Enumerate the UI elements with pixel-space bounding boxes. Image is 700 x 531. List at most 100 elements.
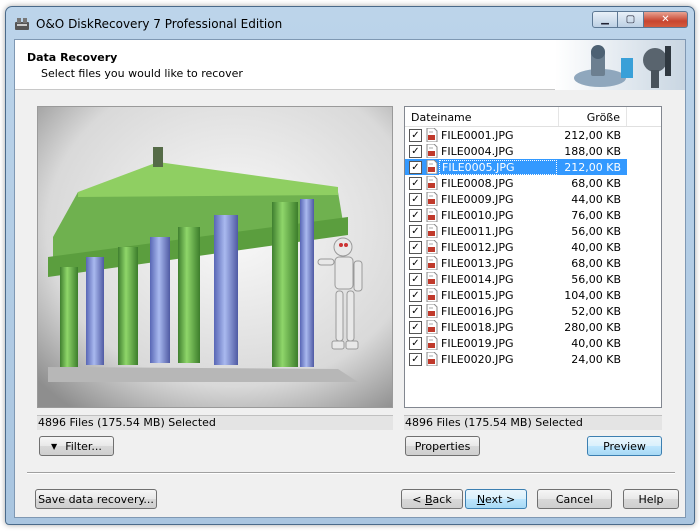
file-checkbox[interactable]: ✓	[409, 192, 422, 206]
file-size: 56,00 KB	[571, 224, 621, 238]
file-row-content[interactable]: ✓ FILE0010.JPG 76,00 KB	[405, 207, 627, 223]
file-checkbox[interactable]: ✓	[409, 128, 422, 142]
maximize-button[interactable]: ▢	[618, 11, 644, 28]
back-prefix: <	[412, 492, 425, 506]
file-row-content[interactable]: ✓ FILE0009.JPG 44,00 KB	[405, 191, 627, 207]
window-title: O&O DiskRecovery 7 Professional Edition	[36, 17, 283, 31]
file-size: 76,00 KB	[571, 208, 621, 222]
back-button-label: < Back	[412, 493, 451, 506]
file-checkbox[interactable]: ✓	[409, 352, 422, 366]
file-row-content[interactable]: ✓ FILE0011.JPG 56,00 KB	[405, 223, 627, 239]
file-row-content[interactable]: ✓ FILE0013.JPG 68,00 KB	[405, 255, 627, 271]
jpg-file-icon	[426, 320, 438, 334]
file-row-content[interactable]: ✓ FILE0001.JPG 212,00 KB	[405, 127, 627, 143]
file-row[interactable]: ✓ FILE0018.JPG 280,00 KB	[405, 319, 661, 335]
file-row[interactable]: ✓ FILE0001.JPG 212,00 KB	[405, 127, 661, 143]
file-row-content[interactable]: ✓ FILE0019.JPG 40,00 KB	[405, 335, 627, 351]
file-checkbox[interactable]: ✓	[409, 288, 422, 302]
file-row-content[interactable]: ✓ FILE0008.JPG 68,00 KB	[405, 175, 627, 191]
file-row[interactable]: ✓ FILE0009.JPG 44,00 KB	[405, 191, 661, 207]
jpg-file-icon	[426, 336, 438, 350]
checkmark-icon: ✓	[411, 321, 420, 333]
file-checkbox[interactable]: ✓	[409, 240, 422, 254]
file-name: FILE0013.JPG	[441, 256, 514, 270]
file-name: FILE0011.JPG	[441, 224, 514, 238]
file-row[interactable]: ✓ FILE0004.JPG 188,00 KB	[405, 143, 661, 159]
filter-button-label: Filter...	[65, 439, 102, 453]
file-checkbox[interactable]: ✓	[409, 208, 422, 222]
file-row-content[interactable]: ✓ FILE0005.JPG 212,00 KB	[405, 159, 627, 175]
file-row-content[interactable]: ✓ FILE0012.JPG 40,00 KB	[405, 239, 627, 255]
file-row[interactable]: ✓ FILE0015.JPG 104,00 KB	[405, 287, 661, 303]
file-rows: ✓ FILE0001.JPG 212,00 KB ✓ FILE0004.JPG …	[405, 127, 661, 367]
column-header-name[interactable]: Dateiname	[405, 107, 559, 126]
column-header-size[interactable]: Größe	[559, 107, 627, 126]
file-row-content[interactable]: ✓ FILE0018.JPG 280,00 KB	[405, 319, 627, 335]
wizard-page: Data Recovery Select files you would lik…	[14, 39, 686, 518]
back-button[interactable]: < Back	[401, 489, 463, 509]
checkmark-icon: ✓	[411, 209, 420, 221]
file-checkbox[interactable]: ✓	[409, 304, 422, 318]
save-recovery-button-label: Save data recovery...	[38, 492, 154, 506]
jpg-file-icon	[426, 176, 438, 190]
minimize-button[interactable]: ▁	[592, 11, 618, 28]
file-row[interactable]: ✓ FILE0020.JPG 24,00 KB	[405, 351, 661, 367]
file-row-content[interactable]: ✓ FILE0004.JPG 188,00 KB	[405, 143, 627, 159]
file-checkbox[interactable]: ✓	[409, 160, 422, 174]
next-button-label: Next >	[477, 493, 515, 506]
checkmark-icon: ✓	[411, 225, 420, 237]
file-row[interactable]: ✓ FILE0010.JPG 76,00 KB	[405, 207, 661, 223]
file-row-content[interactable]: ✓ FILE0016.JPG 52,00 KB	[405, 303, 627, 319]
file-size: 212,00 KB	[564, 128, 621, 142]
header-microscope-icon	[555, 40, 685, 90]
file-checkbox[interactable]: ✓	[409, 224, 422, 238]
file-checkbox[interactable]: ✓	[409, 336, 422, 350]
help-button[interactable]: Help	[623, 489, 679, 509]
next-button[interactable]: Next >	[465, 489, 527, 509]
properties-button[interactable]: Properties	[405, 436, 480, 456]
file-name: FILE0004.JPG	[441, 144, 514, 158]
file-row-content[interactable]: ✓ FILE0015.JPG 104,00 KB	[405, 287, 627, 303]
file-checkbox[interactable]: ✓	[409, 144, 422, 158]
file-row[interactable]: ✓ FILE0012.JPG 40,00 KB	[405, 239, 661, 255]
help-button-label: Help	[638, 492, 664, 506]
file-size: 40,00 KB	[571, 240, 621, 254]
file-name: FILE0014.JPG	[441, 272, 514, 286]
cancel-button[interactable]: Cancel	[537, 489, 612, 509]
file-row[interactable]: ✓ FILE0011.JPG 56,00 KB	[405, 223, 661, 239]
jpg-file-icon	[426, 352, 438, 366]
jpg-file-icon	[426, 128, 438, 142]
file-checkbox[interactable]: ✓	[409, 320, 422, 334]
dropdown-arrow-icon: ▼	[51, 441, 58, 451]
file-row[interactable]: ✓ FILE0019.JPG 40,00 KB	[405, 335, 661, 351]
file-row[interactable]: ✓ FILE0005.JPG 212,00 KB	[405, 159, 661, 175]
file-name: FILE0015.JPG	[441, 288, 514, 302]
list-status: 4896 Files (175.54 MB) Selected	[404, 415, 662, 430]
file-row[interactable]: ✓ FILE0016.JPG 52,00 KB	[405, 303, 661, 319]
file-size: 68,00 KB	[571, 256, 621, 270]
file-row-content[interactable]: ✓ FILE0020.JPG 24,00 KB	[405, 351, 627, 367]
close-button[interactable]: ✕	[644, 11, 688, 28]
file-name: FILE0005.JPG	[439, 159, 557, 175]
title-bar[interactable]: O&O DiskRecovery 7 Professional Edition …	[6, 7, 694, 39]
file-row[interactable]: ✓ FILE0008.JPG 68,00 KB	[405, 175, 661, 191]
file-row-content[interactable]: ✓ FILE0014.JPG 56,00 KB	[405, 271, 627, 287]
preview-button[interactable]: Preview	[587, 436, 662, 456]
file-checkbox[interactable]: ✓	[409, 256, 422, 270]
next-rest: ext >	[485, 492, 516, 506]
jpg-file-icon	[426, 224, 438, 238]
save-recovery-button[interactable]: Save data recovery...	[35, 489, 157, 509]
file-row[interactable]: ✓ FILE0014.JPG 56,00 KB	[405, 271, 661, 287]
file-list[interactable]: Dateiname Größe ✓ FILE0001.JPG 212,00 KB…	[404, 106, 662, 408]
file-size: 212,00 KB	[564, 160, 621, 174]
jpg-file-icon	[426, 304, 438, 318]
checkmark-icon: ✓	[411, 177, 420, 189]
file-name: FILE0010.JPG	[441, 208, 514, 222]
filter-button[interactable]: ▼ Filter...	[39, 436, 114, 456]
checkmark-icon: ✓	[411, 161, 420, 173]
file-name: FILE0016.JPG	[441, 304, 514, 318]
file-checkbox[interactable]: ✓	[409, 272, 422, 286]
file-row[interactable]: ✓ FILE0013.JPG 68,00 KB	[405, 255, 661, 271]
back-access-key: B	[425, 492, 433, 506]
file-checkbox[interactable]: ✓	[409, 176, 422, 190]
